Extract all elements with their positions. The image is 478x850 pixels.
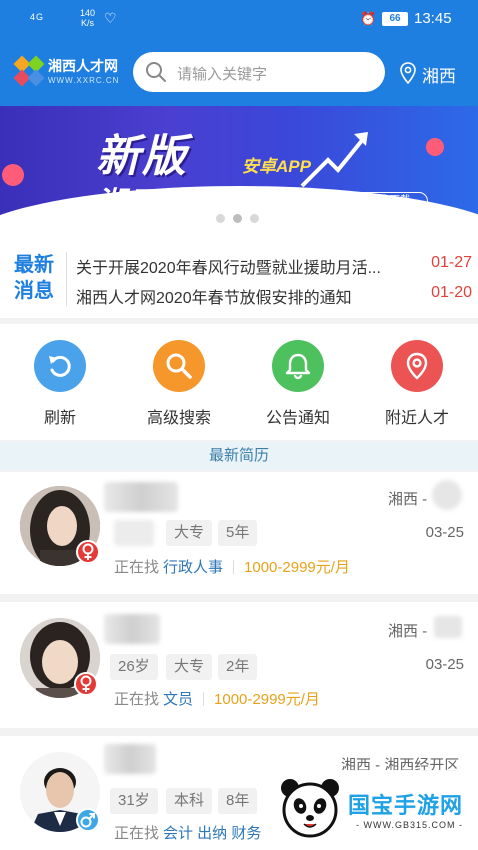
quick-action-label: 公告通知 [265, 410, 330, 427]
resume-location: 湘西 - [388, 491, 428, 508]
news-title: 湘西人才网2020年春节放假安排的通知 [76, 290, 352, 307]
site-logo[interactable]: 湘西人才网 WWW.XXRC.CN [12, 52, 124, 92]
age-chip: 31岁 [110, 788, 158, 814]
location-label: 湘西 [422, 67, 456, 86]
heart-health-icon: ♡ [104, 10, 117, 26]
panda-logo-icon [281, 779, 339, 838]
search-input[interactable]: 请输入关键字 [133, 52, 385, 92]
carousel-dot[interactable] [250, 214, 259, 223]
quick-action-label: 高级搜索 [146, 410, 211, 427]
battery-indicator: 66 [382, 12, 408, 26]
carousel-dots [216, 214, 262, 224]
job-seeking-line: 正在找 会计 出纳 财务 [114, 822, 261, 843]
watermark-title: 国宝手游网 [348, 793, 464, 818]
job-seeking-line: 正在找 文员 1000-2999元/月 [114, 688, 320, 709]
news-item[interactable]: 湘西人才网2020年春节放假安排的通知 01-20 [76, 284, 472, 308]
search-icon [166, 353, 192, 379]
location-pin-icon [406, 352, 428, 380]
search-icon [146, 62, 166, 82]
location-blurred [432, 480, 462, 510]
experience-chip: 2年 [218, 654, 258, 680]
net-speed: 140 K/s [80, 8, 96, 28]
news-date: 01-20 [431, 284, 472, 301]
job-title: 行政人事 [163, 559, 224, 576]
news-title: 关于开展2020年春风行动暨就业援助月活... [76, 260, 381, 277]
nearby-talent-button[interactable]: 附近人才 [367, 340, 467, 432]
top-bar: 4G 140 K/s ♡ ⏰ 66 13:45 湘西人才网 WWW.XXRC.C… [0, 0, 478, 106]
watermark-url: - WWW.GB315.COM - [356, 820, 463, 830]
salary: 1000-2999元/月 [214, 691, 320, 708]
resume-date: 03-25 [425, 524, 464, 541]
refresh-circle [34, 340, 86, 392]
decor-ball [2, 164, 24, 186]
search-circle [153, 340, 205, 392]
quick-actions: 刷新 高级搜索 公告通知 附近人才 [0, 324, 478, 440]
divider [66, 252, 67, 306]
bell-circle [272, 340, 324, 392]
search-placeholder: 请输入关键字 [177, 66, 268, 83]
site-watermark: 国宝手游网 - WWW.GB315.COM - [264, 770, 478, 850]
refresh-icon [49, 355, 71, 377]
news-ticker: 最新消息 关于开展2020年春风行动暨就业援助月活... 01-27 湘西人才网… [0, 238, 478, 318]
job-title: 会计 出纳 财务 [163, 825, 262, 842]
decor-ball [426, 138, 444, 156]
location-pin-icon [400, 62, 416, 84]
job-title: 文员 [163, 691, 194, 708]
quick-action-label: 附近人才 [384, 410, 449, 427]
name-blurred [104, 744, 156, 774]
salary: 1000-2999元/月 [244, 559, 350, 576]
news-date: 01-27 [431, 254, 472, 271]
news-label: 最新消息 [14, 254, 54, 302]
logo-mark-icon [13, 55, 45, 87]
resume-card[interactable]: 湘西 - 26岁 大专 2年 03-25 正在找 文员 1000-2999元/月 [0, 602, 478, 728]
news-item[interactable]: 关于开展2020年春风行动暨就业援助月活... 01-27 [76, 254, 472, 278]
advanced-search-button[interactable]: 高级搜索 [129, 340, 229, 432]
resume-location: 湘西 - [388, 623, 428, 640]
resume-date: 03-25 [425, 656, 464, 673]
resume-card[interactable]: 湘西 - 00 大专 5年 03-25 正在找行政人事 1000-2999元/月 [0, 472, 478, 594]
notice-button[interactable]: 公告通知 [248, 340, 348, 432]
alarm-icon: ⏰ [360, 11, 377, 26]
status-label: 正在找 [114, 559, 160, 576]
male-gender-icon [76, 808, 100, 832]
age-chip: 26岁 [110, 654, 158, 680]
education-chip: 本科 [166, 788, 213, 814]
status-label: 正在找 [114, 691, 160, 708]
quick-action-label: 刷新 [43, 410, 76, 427]
pin-circle [391, 340, 443, 392]
signal-indicator: 4G [30, 12, 45, 22]
name-blurred [104, 614, 160, 644]
banner-headline: 新版 [96, 132, 188, 181]
arrow-up-right-icon [300, 132, 368, 188]
age-chip-blurred: 00 [114, 520, 154, 546]
section-title: 最新简历 [0, 442, 478, 470]
refresh-button[interactable]: 刷新 [10, 340, 110, 432]
location-blurred [434, 616, 462, 638]
clock: 13:45 [414, 10, 452, 27]
female-gender-icon [74, 672, 98, 696]
name-blurred [104, 482, 178, 512]
logo-name: 湘西人才网 [48, 58, 118, 74]
education-chip: 大专 [166, 654, 213, 680]
promo-banner[interactable]: 新版 安卓APP 湘西人才网 点击下载 [0, 106, 478, 238]
carousel-dot-active[interactable] [233, 214, 242, 223]
divider [233, 560, 235, 574]
female-gender-icon [76, 540, 100, 564]
carousel-dot[interactable] [216, 214, 225, 223]
experience-chip: 5年 [218, 520, 258, 546]
education-chip: 大专 [166, 520, 213, 546]
divider [203, 692, 205, 706]
logo-url: WWW.XXRC.CN [48, 76, 120, 85]
bell-icon [285, 353, 311, 380]
experience-chip: 8年 [218, 788, 258, 814]
status-bar: 4G 140 K/s ♡ ⏰ 66 13:45 [0, 0, 478, 38]
status-label: 正在找 [114, 825, 160, 842]
job-seeking-line: 正在找 行政人事 1000-2999元/月 [114, 556, 350, 577]
